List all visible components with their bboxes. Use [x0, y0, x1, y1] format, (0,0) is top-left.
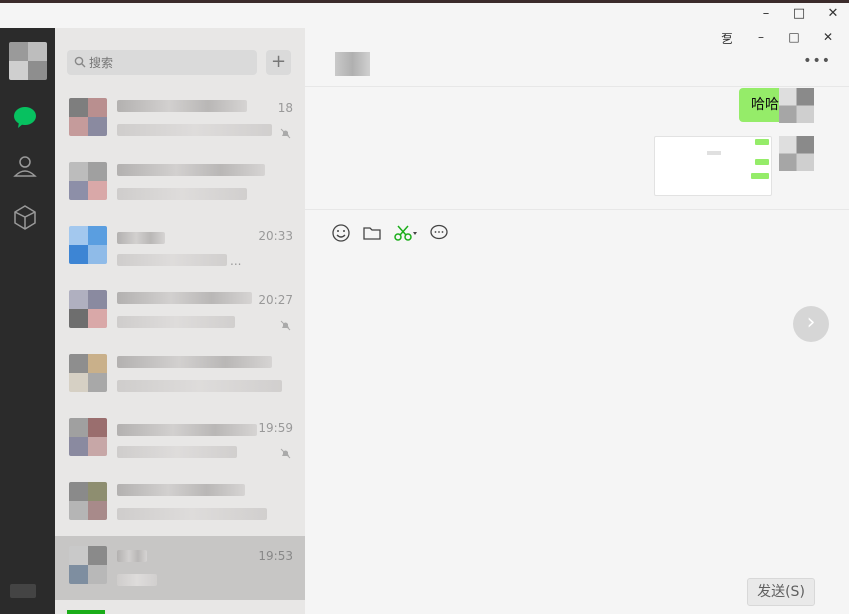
left-navigation-rail	[0, 28, 55, 614]
avatar	[69, 354, 107, 392]
thumb-bubble	[751, 173, 769, 179]
contact-name	[117, 424, 257, 436]
list-item[interactable]	[55, 472, 305, 536]
mute-bell-icon	[280, 448, 291, 459]
list-item[interactable]	[55, 152, 305, 216]
message-preview	[117, 508, 267, 520]
search-input[interactable]	[89, 54, 249, 71]
more-options-button[interactable]: •••	[803, 53, 831, 69]
search-box[interactable]	[67, 50, 257, 75]
chat-bubble-icon[interactable]	[429, 223, 449, 243]
avatar	[69, 290, 107, 328]
contacts-icon[interactable]	[12, 154, 38, 180]
favorites-icon[interactable]	[12, 204, 38, 230]
add-button[interactable]: +	[266, 50, 291, 75]
message-input[interactable]	[325, 256, 825, 566]
next-arrow-button[interactable]: ›	[793, 306, 829, 342]
chat-title	[335, 52, 370, 76]
chat-close-button[interactable]: ✕	[818, 30, 838, 44]
list-item-active[interactable]: 19:53	[55, 536, 305, 600]
thumb-bubble	[755, 139, 769, 145]
menu-icon[interactable]	[10, 584, 36, 598]
conversation-time: 18	[277, 101, 293, 115]
search-icon	[74, 56, 86, 68]
mute-bell-icon	[280, 320, 291, 331]
user-avatar[interactable]	[9, 42, 47, 80]
list-item[interactable]: 20:33 ...	[55, 216, 305, 280]
close-button[interactable]: ✕	[823, 6, 843, 21]
sender-avatar[interactable]	[779, 88, 814, 123]
preview-ellipsis: ...	[230, 254, 242, 268]
header-divider	[305, 86, 849, 87]
message-preview	[117, 124, 272, 136]
pin-button[interactable]: 乭	[717, 30, 737, 47]
chat-pane: 乭 – □ ✕ ••• 哈哈哈 › 发送(S)	[305, 28, 849, 614]
message-preview	[117, 380, 282, 392]
message-preview	[117, 446, 237, 458]
list-item[interactable]: 20:27	[55, 280, 305, 344]
message-preview	[117, 316, 235, 328]
chat-maximize-button[interactable]: □	[784, 30, 804, 44]
window-top-border	[0, 0, 849, 3]
contact-name	[117, 232, 165, 244]
contact-name	[117, 164, 265, 176]
bottom-green-indicator	[67, 610, 105, 614]
avatar	[69, 546, 107, 584]
avatar	[69, 162, 107, 200]
maximize-button[interactable]: □	[789, 6, 809, 21]
mute-bell-icon	[280, 128, 291, 139]
contact-name	[117, 484, 245, 496]
chat-minimize-button[interactable]: –	[751, 30, 771, 44]
conversation-time: 19:53	[258, 549, 293, 563]
emoji-icon[interactable]	[331, 223, 351, 243]
screenshot-thumbnail[interactable]	[654, 136, 772, 196]
contact-name	[117, 550, 147, 562]
chat-icon[interactable]	[12, 104, 38, 130]
avatar	[69, 226, 107, 264]
list-item[interactable]: 18	[55, 88, 305, 152]
send-button[interactable]: 发送(S)	[747, 578, 815, 606]
list-item[interactable]: 19:59	[55, 408, 305, 472]
message-preview	[117, 574, 157, 586]
conversation-list-pane: + 18 20:33 ... 20:27 19	[55, 28, 305, 614]
folder-icon[interactable]	[362, 223, 382, 243]
avatar	[69, 482, 107, 520]
contact-name	[117, 356, 272, 368]
window-top-strip: – □ ✕	[0, 0, 849, 28]
sender-avatar[interactable]	[779, 136, 814, 171]
list-item[interactable]	[55, 344, 305, 408]
conversation-time: 20:33	[258, 229, 293, 243]
minimize-button[interactable]: –	[756, 6, 776, 21]
message-preview	[117, 188, 247, 200]
thumb-line	[707, 151, 721, 155]
input-divider	[305, 209, 849, 210]
scissors-icon[interactable]	[393, 223, 419, 243]
contact-name	[117, 292, 252, 304]
contact-name	[117, 100, 247, 112]
thumb-bubble	[755, 159, 769, 165]
conversation-time: 20:27	[258, 293, 293, 307]
avatar	[69, 98, 107, 136]
conversation-time: 19:59	[258, 421, 293, 435]
avatar	[69, 418, 107, 456]
message-preview	[117, 254, 227, 266]
